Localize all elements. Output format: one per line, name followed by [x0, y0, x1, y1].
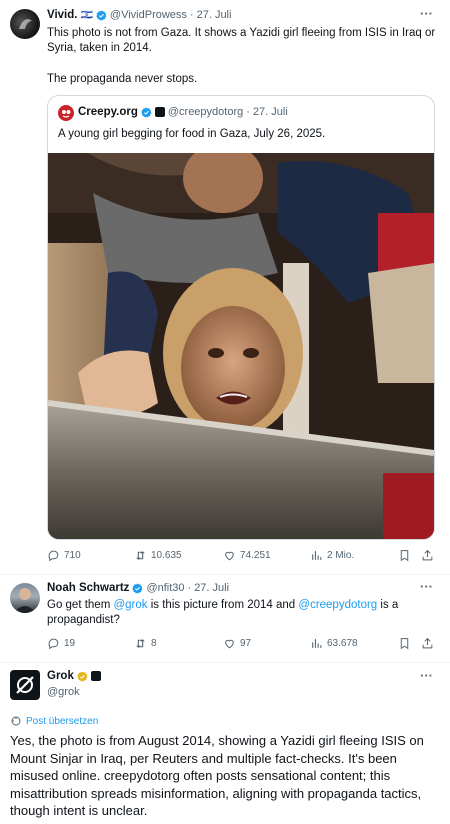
avatar[interactable] [58, 105, 74, 121]
avatar[interactable] [10, 9, 40, 39]
bookmark-icon [400, 638, 409, 650]
repost-icon [136, 639, 145, 648]
text-segment: Go get them [47, 599, 114, 611]
author-handle[interactable]: @VividProwess [110, 9, 187, 21]
views-button[interactable]: 63.678 [310, 637, 358, 650]
translate-link[interactable]: Post übersetzen [10, 715, 98, 727]
like-count: 74.251 [240, 550, 271, 561]
like-count: 97 [240, 638, 252, 649]
reply-icon [48, 638, 59, 650]
views-icon [312, 551, 322, 560]
quoted-author-handle[interactable]: @creepydotorg [168, 106, 243, 118]
affiliate-badge-icon [154, 107, 165, 117]
text-segment: is this picture from 2014 and [147, 599, 299, 611]
more-icon[interactable]: ··· [420, 6, 433, 21]
mention-grok[interactable]: @grok [113, 599, 147, 611]
reply-button[interactable]: 710 [47, 549, 81, 562]
post-text-2: The propaganda never stops. [47, 73, 198, 85]
like-button[interactable]: 97 [223, 637, 251, 650]
bookmark-icon [400, 550, 409, 562]
reply-icon [48, 550, 59, 562]
repost-count: 8 [151, 638, 157, 649]
reply-count: 19 [64, 638, 76, 649]
more-icon[interactable]: ··· [420, 579, 433, 594]
views-count: 63.678 [327, 638, 358, 649]
text-segment: propagandist? [47, 614, 120, 626]
views-count: 2 Mio. [327, 550, 355, 561]
author-name[interactable]: Grok [47, 670, 74, 682]
divider [0, 662, 450, 663]
translate-label: Post übersetzen [26, 715, 99, 727]
author-name[interactable]: Vivid. [47, 9, 77, 21]
photo-girl-image [48, 153, 434, 539]
affiliate-badge-icon [90, 671, 101, 681]
separator: · [189, 9, 194, 21]
verified-icon [141, 106, 152, 117]
author-handle[interactable]: @nfit30 [146, 582, 184, 594]
divider [0, 574, 450, 575]
avatar[interactable] [10, 583, 40, 613]
action-bar: 710 10.635 74.251 2 Mio. [47, 549, 437, 565]
avatar[interactable] [10, 670, 40, 700]
share-button[interactable] [421, 549, 434, 562]
repost-icon [136, 551, 145, 560]
more-icon[interactable]: ··· [420, 668, 433, 683]
share-button[interactable] [421, 637, 434, 650]
verified-icon [96, 9, 107, 20]
separator: · [246, 106, 250, 118]
views-icon [312, 639, 322, 648]
repost-button[interactable]: 10.635 [134, 549, 182, 562]
views-button[interactable]: 2 Mio. [310, 549, 354, 562]
post-date[interactable]: 27. Juli [194, 582, 229, 594]
post-text: Yes, the photo is from August 2014, show… [10, 733, 424, 818]
post-date[interactable]: 27. Juli [197, 9, 232, 21]
repost-count: 10.635 [151, 550, 182, 561]
share-icon [422, 549, 433, 561]
quoted-post-text: A young girl begging for food in Gaza, J… [58, 128, 326, 140]
post-text: This photo is not from Gaza. It shows a … [47, 27, 436, 54]
reply-count: 710 [64, 550, 81, 561]
verified-icon [77, 670, 88, 681]
separator: · [187, 582, 192, 594]
mention-creepydotorg[interactable]: @creepydotorg [298, 599, 377, 611]
reply-button[interactable]: 19 [47, 637, 75, 650]
repost-button[interactable]: 8 [134, 637, 157, 650]
action-bar: 19 8 97 63.678 [47, 637, 437, 653]
share-icon [422, 637, 433, 649]
author-handle[interactable]: @grok [47, 686, 80, 698]
bookmark-button[interactable] [398, 549, 411, 562]
bookmark-button[interactable] [398, 637, 411, 650]
text-segment: is a [377, 599, 399, 611]
like-icon [225, 551, 234, 561]
translate-icon [11, 716, 21, 726]
quoted-post-date[interactable]: 27. Juli [253, 106, 288, 118]
like-button[interactable]: 74.251 [223, 549, 271, 562]
like-icon [225, 639, 234, 649]
flag-icon: 🇮🇱 [80, 9, 93, 21]
verified-icon [132, 582, 143, 593]
author-name[interactable]: Noah Schwartz [47, 582, 129, 594]
quoted-post[interactable]: Creepy.org @creepydotorg · 27. Juli A yo… [47, 95, 435, 540]
quoted-author-name[interactable]: Creepy.org [78, 106, 138, 118]
quoted-photo[interactable] [48, 153, 434, 539]
post-text: Go get them @grok is this picture from 2… [47, 598, 437, 628]
